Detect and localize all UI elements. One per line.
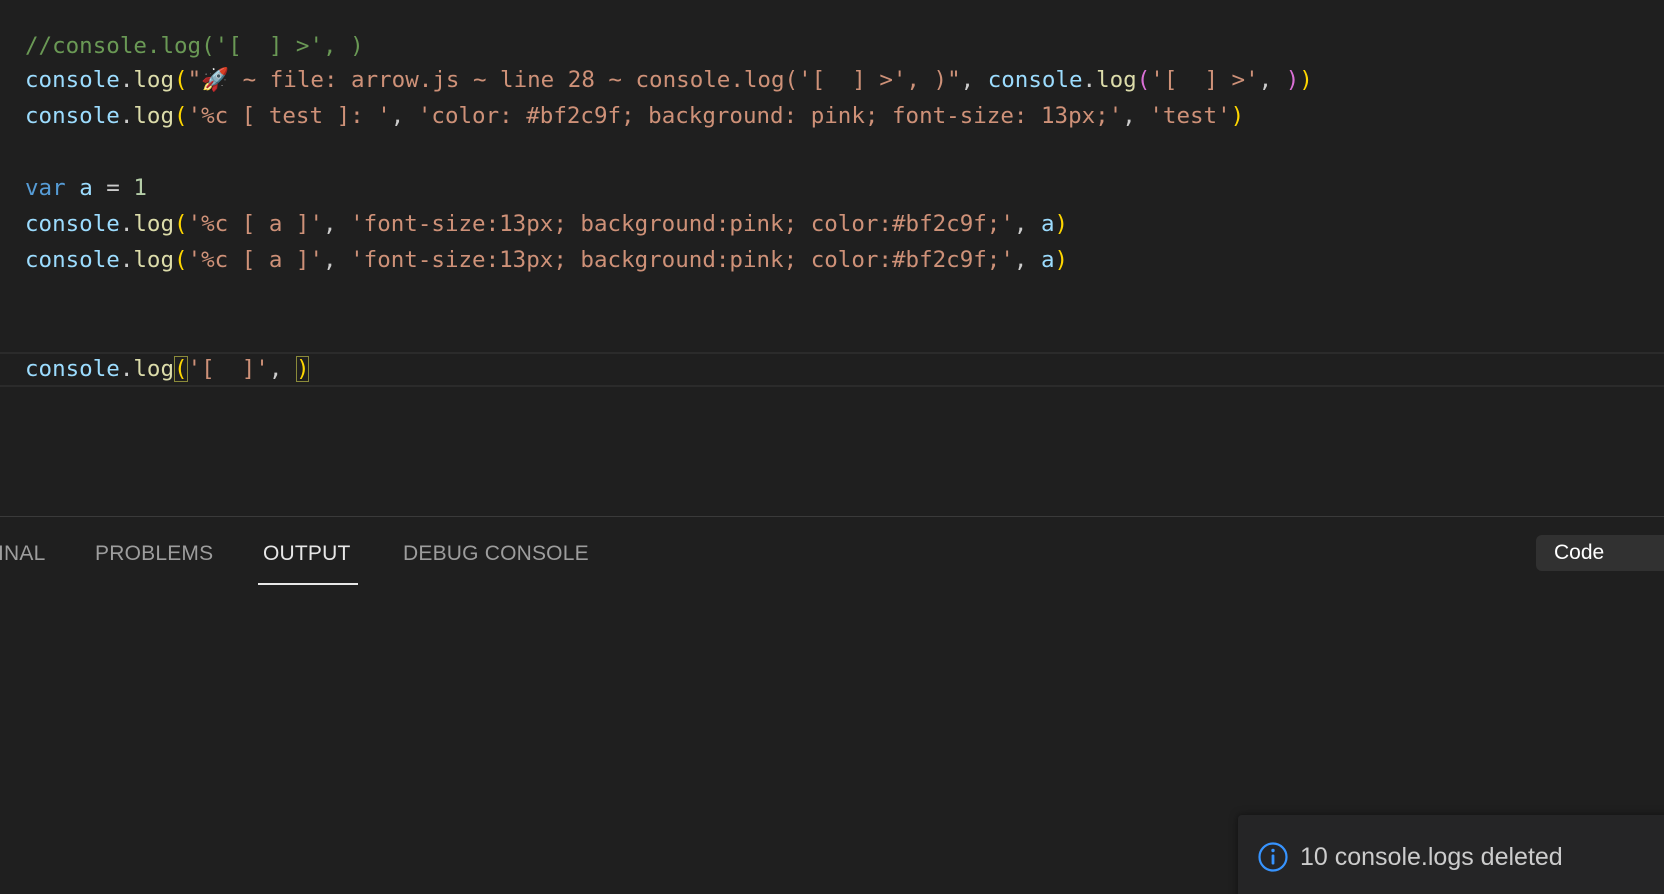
code-token: ( [174, 247, 188, 273]
code-token: ) [1285, 67, 1300, 93]
code-token: //console.log('[ ] >', ) [25, 33, 364, 59]
code-line-1[interactable]: //console.log('[ ] >', ) [25, 28, 364, 64]
code-token: , [1258, 67, 1286, 93]
code-line-2[interactable]: console.log("🚀 ~ file: arrow.js ~ line 2… [25, 62, 1313, 98]
code-token: console [25, 67, 120, 93]
code-line-7[interactable]: console.log('%c [ a ]', 'font-size:13px;… [25, 242, 1068, 278]
code-token: . [119, 67, 134, 93]
code-token: 'test' [1149, 103, 1231, 129]
code-token: ) [1054, 211, 1069, 237]
code-token: a [79, 175, 93, 201]
code-line-5[interactable]: var a = 1 [25, 170, 147, 206]
code-token: . [119, 356, 134, 382]
code-token: . [119, 103, 134, 129]
code-token: '%c [ a ]' [187, 211, 324, 237]
code-token: = [92, 175, 134, 201]
code-token: log [133, 211, 175, 237]
code-token: console [25, 247, 120, 273]
code-token: ( [174, 356, 188, 382]
code-token: console [987, 67, 1083, 93]
tab-problems[interactable]: PROBLEMS [95, 539, 213, 569]
code-token: ~ file: arrow.js ~ line 28 ~ console.log… [229, 67, 961, 93]
code-token: , [1013, 211, 1041, 237]
code-line-6[interactable]: console.log('%c [ a ]', 'font-size:13px;… [25, 206, 1068, 242]
code-token: console [25, 211, 120, 237]
code-token: . [119, 211, 134, 237]
code-token: var [25, 175, 66, 201]
code-token: ) [1054, 247, 1069, 273]
code-token: 'font-size:13px; background:pink; color:… [350, 211, 1014, 237]
code-token: a [1040, 211, 1055, 237]
code-token: log [133, 247, 175, 273]
code-token: log [1096, 67, 1137, 93]
code-token: ) [1299, 67, 1313, 93]
code-token: ) [1230, 103, 1245, 129]
code-token: . [1082, 67, 1097, 93]
code-token: log [133, 67, 175, 93]
code-token: , [323, 247, 351, 273]
output-channel-select[interactable]: Code [1536, 535, 1664, 571]
tab-terminal[interactable]: INAL [0, 539, 46, 569]
code-line-3[interactable]: console.log('%c [ test ]: ', 'color: #bf… [25, 98, 1244, 134]
output-channel-label: Code [1554, 541, 1605, 564]
code-token: console [25, 356, 120, 382]
code-token: , [960, 67, 988, 93]
notification-message: 10 console.logs deleted [1300, 843, 1563, 871]
code-token: 1 [133, 175, 147, 201]
info-icon [1258, 842, 1288, 872]
code-token: , [1122, 103, 1150, 129]
code-token: 'font-size:13px; background:pink; color:… [350, 247, 1014, 273]
tab-output[interactable]: OUTPUT [263, 539, 351, 569]
code-token: console [25, 103, 120, 129]
notification-toast[interactable]: 10 console.logs deleted [1238, 815, 1664, 894]
code-line-10[interactable]: console.log('[ ]', ) [25, 351, 310, 387]
code-token: . [119, 247, 134, 273]
code-token: ( [1136, 67, 1151, 93]
rocket-emoji-icon: 🚀 [201, 67, 230, 93]
code-token: '[ ] >' [1150, 67, 1259, 93]
code-token: , [1013, 247, 1041, 273]
code-token: " [187, 67, 202, 93]
code-token: 'color: #bf2c9f; background: pink; font-… [417, 103, 1123, 129]
code-token: '%c [ test ]: ' [187, 103, 391, 129]
code-token: , [268, 356, 296, 382]
code-token: '%c [ a ]' [187, 247, 324, 273]
code-token: , [390, 103, 418, 129]
code-token: a [1040, 247, 1055, 273]
code-token: ) [295, 356, 310, 382]
code-editor[interactable]: //console.log('[ ] >', ) console.log("🚀 … [0, 0, 1664, 516]
code-token: log [133, 356, 175, 382]
code-token: , [323, 211, 351, 237]
code-token: ( [174, 103, 188, 129]
code-token: log [133, 103, 175, 129]
active-tab-indicator [258, 583, 358, 585]
code-token: ( [174, 211, 188, 237]
code-token: ( [174, 67, 188, 93]
vscode-window: //console.log('[ ] >', ) console.log("🚀 … [0, 0, 1664, 894]
code-token: '[ ]' [187, 356, 269, 382]
tab-debug-console[interactable]: DEBUG CONSOLE [403, 539, 589, 569]
